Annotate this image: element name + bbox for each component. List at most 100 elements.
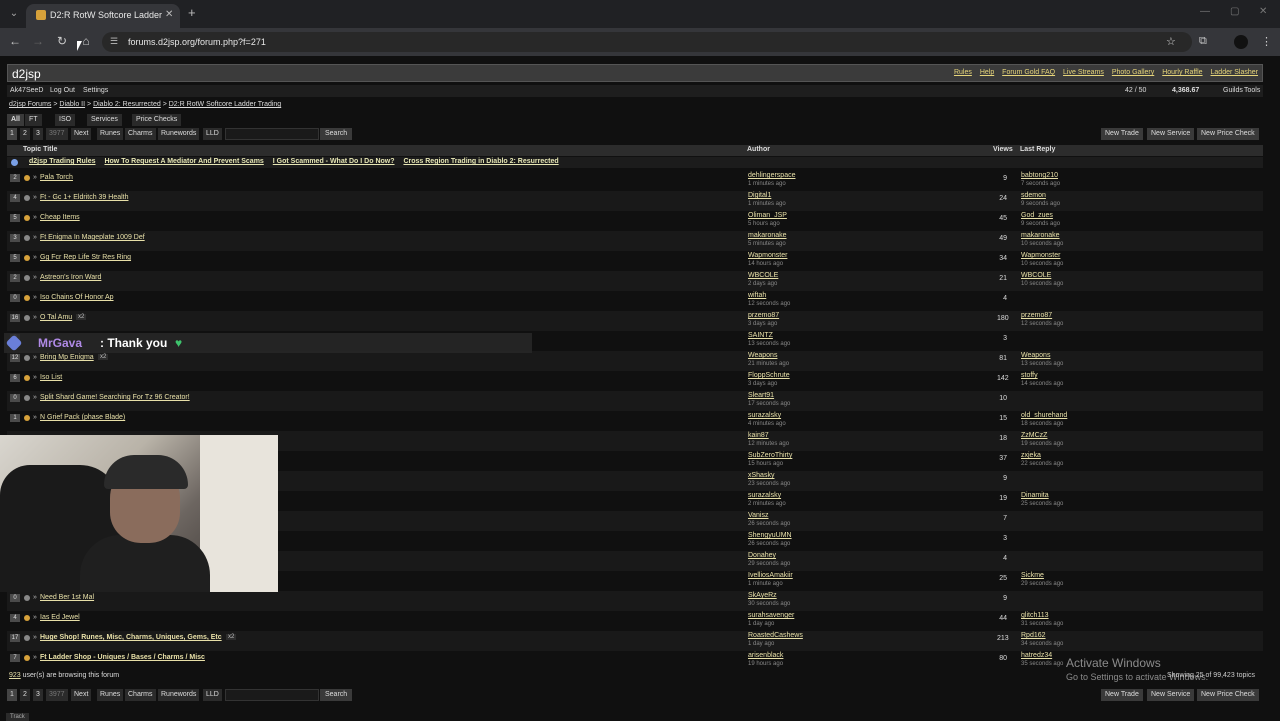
last-reply-link[interactable]: sdemon [1021,192,1046,199]
crumb-rotw[interactable]: D2:R RotW Softcore Ladder Trading [169,101,281,108]
goto-newest-icon[interactable]: » [33,274,37,281]
search-input[interactable] [225,128,319,140]
topic-title-link[interactable]: Gg Fcr Rep Life Str Res Ring [40,254,131,261]
tag-charms[interactable]: Charms [125,689,156,701]
page-2[interactable]: 2 [20,689,30,701]
tag-runes[interactable]: Runes [97,128,124,140]
omnibox[interactable]: ☰ forums.d2jsp.org/forum.php?f=271 ☆ [102,32,1192,52]
link-live-streams[interactable]: Live Streams [1063,69,1104,76]
author-link[interactable]: dehlingerspace [748,172,795,179]
goto-newest-icon[interactable]: » [33,614,37,621]
menu-icon[interactable]: ⋮ [1261,35,1272,48]
tab-search-icon[interactable]: ⌄ [6,6,22,22]
goto-newest-icon[interactable]: » [33,194,37,201]
last-reply-link[interactable]: makaronake [1021,232,1060,239]
topic-title-link[interactable]: N Grief Pack (phase Blade) [40,414,125,421]
back-icon[interactable]: ← [8,34,22,48]
goto-newest-icon[interactable]: » [33,254,37,261]
new-price-check-button[interactable]: New Price Check [1197,128,1259,140]
goto-newest-icon[interactable]: » [33,354,37,361]
topic-title-link[interactable]: Ft - Gc 1+ Eldritch 39 Health [40,194,129,201]
goto-newest-icon[interactable]: » [33,214,37,221]
username-link[interactable]: Ak47SeeD [10,87,43,94]
maximize-icon[interactable]: ▢ [1230,6,1239,17]
message-count[interactable]: 42 / 50 [1125,87,1146,94]
author-link[interactable]: Vanisz [748,512,769,519]
author-link[interactable]: ShengyuUMN [748,532,792,539]
tag-runes[interactable]: Runes [97,689,124,701]
new-price-check-button[interactable]: New Price Check [1197,689,1259,701]
bookmark-star-icon[interactable]: ☆ [1166,35,1176,48]
online-count[interactable]: 923 [9,672,21,679]
col-views[interactable]: Views [993,146,1013,153]
author-link[interactable]: Donahey [748,552,776,559]
new-service-button[interactable]: New Service [1147,128,1195,140]
pinned-trading-rules[interactable]: d2jsp Trading Rules [29,158,96,165]
site-info-icon[interactable]: ☰ [110,36,118,47]
author-link[interactable]: kain87 [748,432,769,439]
author-link[interactable]: surazalsky [748,492,781,499]
last-reply-link[interactable]: przemo87 [1021,312,1052,319]
topic-title-link[interactable]: Iso List [40,374,62,381]
last-reply-link[interactable]: old_shurehand [1021,412,1067,419]
page-next[interactable]: Next [71,689,92,701]
col-last-reply[interactable]: Last Reply [1020,146,1055,153]
url-text[interactable]: forums.d2jsp.org/forum.php?f=271 [128,37,266,47]
last-reply-link[interactable]: Wapmonster [1021,252,1060,259]
guilds-link[interactable]: Guilds [1223,87,1243,94]
tag-lld[interactable]: LLD [203,128,222,140]
author-link[interactable]: Wapmonster [748,252,787,259]
filter-services[interactable]: Services [87,114,122,126]
page-3[interactable]: 3 [33,128,43,140]
col-topic-title[interactable]: Topic Title [23,146,57,153]
topic-title-link[interactable]: Ft Ladder Shop - Uniques / Bases / Charm… [40,654,205,661]
page-count-badge[interactable]: x2 [98,354,109,360]
author-link[interactable]: Digital1 [748,192,771,199]
pinned-scammed[interactable]: I Got Scammed - What Do I Do Now? [273,158,395,165]
page-1[interactable]: 1 [7,689,17,701]
search-button[interactable]: Search [320,689,353,701]
last-reply-link[interactable]: Weapons [1021,352,1050,359]
profile-avatar[interactable] [1234,35,1248,49]
author-link[interactable]: RoastedCashews [748,632,803,639]
last-reply-link[interactable]: God_zues [1021,212,1053,219]
link-forum-gold-faq[interactable]: Forum Gold FAQ [1002,69,1055,76]
goto-newest-icon[interactable]: » [33,294,37,301]
author-link[interactable]: Sleart91 [748,392,774,399]
page-count-badge[interactable]: x2 [76,314,87,320]
search-input[interactable] [225,689,319,701]
author-link[interactable]: surazalsky [748,412,781,419]
close-tab-icon[interactable]: ✕ [165,9,173,20]
page-3[interactable]: 3 [33,689,43,701]
tag-lld[interactable]: LLD [203,689,222,701]
link-help[interactable]: Help [980,69,994,76]
last-reply-link[interactable]: Rpd162 [1021,632,1046,639]
tools-link[interactable]: Tools [1244,87,1260,94]
tag-runewords[interactable]: Runewords [158,689,200,701]
site-logo[interactable]: d2jsp [12,67,41,81]
topic-title-link[interactable]: Ft Enigma In Mageplate 1009 Def [40,234,145,241]
settings-link[interactable]: Settings [83,87,108,94]
goto-newest-icon[interactable]: » [33,634,37,641]
logout-link[interactable]: Log Out [50,87,75,94]
last-reply-link[interactable]: WBCOLE [1021,272,1051,279]
last-reply-link[interactable]: Sickme [1021,572,1044,579]
last-reply-link[interactable]: hatredz34 [1021,652,1052,659]
author-link[interactable]: makaronake [748,232,787,239]
author-link[interactable]: przemo87 [748,312,779,319]
author-link[interactable]: arisenblack [748,652,783,659]
topic-title-link[interactable]: Iso Chains Of Honor Ap [40,294,114,301]
author-link[interactable]: FloppSchrute [748,372,790,379]
new-trade-button[interactable]: New Trade [1101,128,1143,140]
topic-title-link[interactable]: Huge Shop! Runes, Misc, Charms, Uniques,… [40,634,222,641]
author-link[interactable]: SAINTZ [748,332,773,339]
author-link[interactable]: SubZeroThirty [748,452,792,459]
filter-ft[interactable]: FT [25,114,42,126]
last-reply-link[interactable]: zxjeka [1021,452,1041,459]
topic-title-link[interactable]: Pala Torch [40,174,73,181]
page-count-badge[interactable]: x2 [226,634,237,640]
tag-runewords[interactable]: Runewords [158,128,200,140]
topic-title-link[interactable]: Cheap Items [40,214,80,221]
new-service-button[interactable]: New Service [1147,689,1195,701]
goto-newest-icon[interactable]: » [33,374,37,381]
